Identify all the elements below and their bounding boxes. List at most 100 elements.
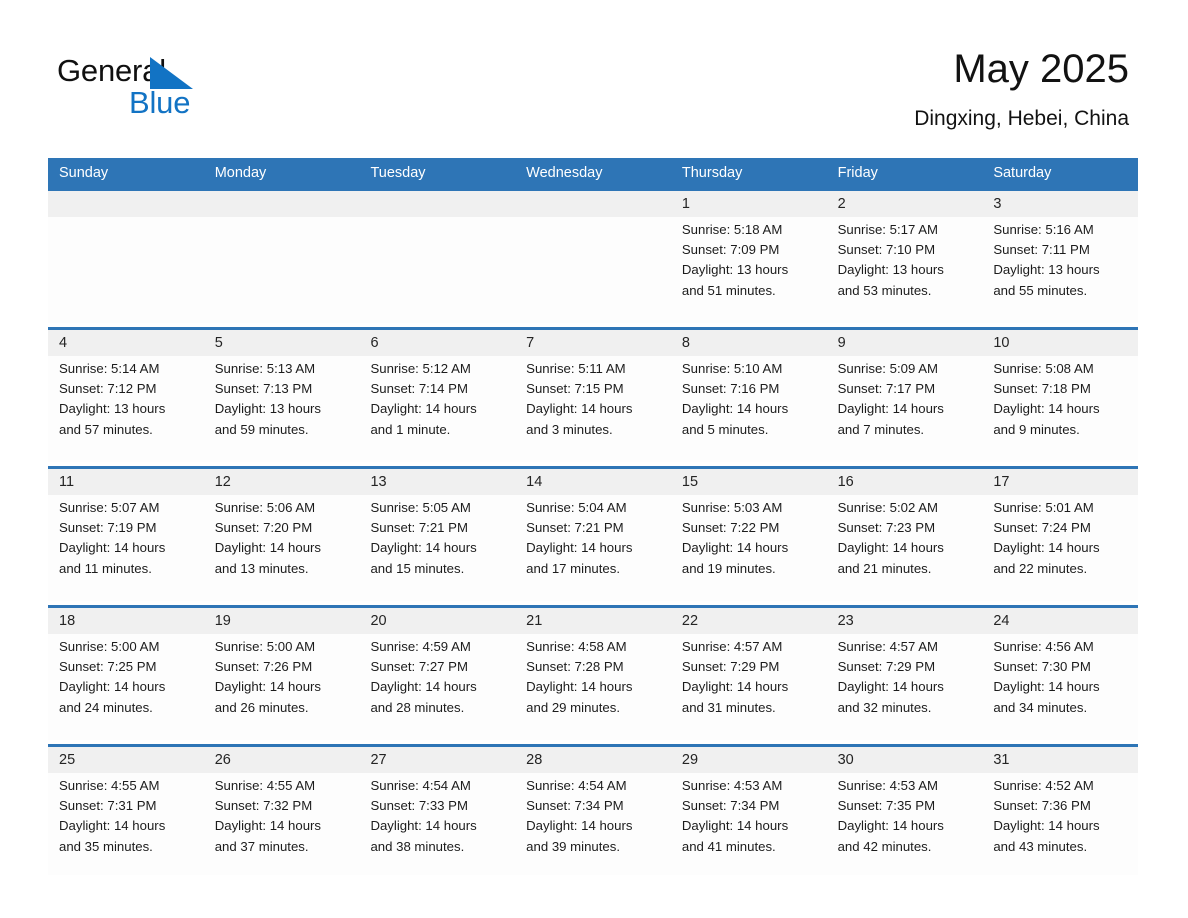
day-cell[interactable]: Sunrise: 4:57 AM Sunset: 7:29 PM Daylight:… [671,634,827,740]
daylight-text-line1: Daylight: 14 hours [681,540,789,556]
sunrise-text: Sunrise: 5:12 AM [370,361,471,376]
day-cell[interactable]: Sunrise: 5:01 AM Sunset: 7:24 PM Daylight:… [982,495,1138,601]
day-cell[interactable]: Sunrise: 5:07 AM Sunset: 7:19 PM Daylight:… [48,495,204,601]
sunrise-text: Sunrise: 5:05 AM [370,500,471,515]
sunrise-text: Sunrise: 5:11 AM [526,361,626,376]
sunrise-text: Sunrise: 5:03 AM [681,500,783,515]
sunset-text: Sunset: 7:33 PM [370,798,468,814]
sunset-text: Sunset: 7:11 PM [993,242,1090,258]
sunset-text: Sunset: 7:16 PM [681,381,780,397]
day-number[interactable]: 17 [982,469,1138,495]
day-number[interactable]: 12 [204,469,360,495]
day-number[interactable]: 5 [204,330,360,356]
day-cell[interactable]: Sunrise: 5:05 AM Sunset: 7:21 PM Daylight:… [359,495,515,601]
general-blue-logo[interactable]: General Blue [57,52,287,124]
day-number[interactable]: 10 [982,330,1138,356]
day-cell[interactable]: Sunrise: 4:56 AM Sunset: 7:30 PM Daylight:… [982,634,1138,740]
day-number[interactable]: 21 [515,608,671,634]
daylight-text-line2: and 55 minutes. [993,282,1088,298]
daylight-text-line1: Daylight: 13 hours [681,262,789,278]
day-number[interactable]: 13 [359,469,515,495]
day-cell[interactable]: Sunrise: 5:03 AM Sunset: 7:22 PM Daylight:… [671,495,827,601]
day-cell[interactable]: Sunrise: 5:08 AM Sunset: 7:18 PM Daylight:… [982,356,1138,462]
day-cell[interactable]: Sunrise: 5:18 AM Sunset: 7:09 PM Daylight:… [671,217,827,323]
day-number[interactable]: 27 [359,747,515,773]
sunrise-text: Sunrise: 5:14 AM [59,361,160,376]
day-number[interactable]: 4 [48,330,204,356]
day-cell[interactable]: Sunrise: 4:54 AM Sunset: 7:33 PM Daylight:… [359,773,515,875]
day-cell[interactable]: Sunrise: 5:06 AM Sunset: 7:20 PM Daylight:… [204,495,360,601]
day-number-empty [48,191,204,217]
day-number[interactable]: 31 [982,747,1138,773]
day-number[interactable]: 16 [827,469,983,495]
day-number[interactable]: 9 [827,330,983,356]
day-cell[interactable]: Sunrise: 5:10 AM Sunset: 7:16 PM Daylight:… [671,356,827,462]
daylight-text-line2: and 24 minutes. [59,699,153,715]
day-cell[interactable]: Sunrise: 4:52 AM Sunset: 7:36 PM Daylight:… [982,773,1138,875]
day-number[interactable]: 26 [204,747,360,773]
day-cell[interactable]: Sunrise: 5:13 AM Sunset: 7:13 PM Daylight:… [204,356,360,462]
daylight-text-line1: Daylight: 14 hours [681,818,789,834]
day-cell[interactable]: Sunrise: 4:58 AM Sunset: 7:28 PM Daylight:… [515,634,671,740]
day-cell[interactable]: Sunrise: 4:59 AM Sunset: 7:27 PM Daylight:… [359,634,515,740]
day-number[interactable]: 7 [515,330,671,356]
day-number[interactable]: 6 [359,330,515,356]
day-number[interactable]: 2 [827,191,983,217]
day-number[interactable]: 28 [515,747,671,773]
day-cell[interactable]: Sunrise: 5:11 AM Sunset: 7:15 PM Daylight:… [515,356,671,462]
day-cell[interactable]: Sunrise: 5:14 AM Sunset: 7:12 PM Daylight:… [48,356,204,462]
day-number[interactable]: 30 [827,747,983,773]
day-cell[interactable]: Sunrise: 4:54 AM Sunset: 7:34 PM Daylight:… [515,773,671,875]
weekday-header-saturday: Saturday [993,165,1052,181]
day-number[interactable]: 23 [827,608,983,634]
day-cell[interactable]: Sunrise: 5:04 AM Sunset: 7:21 PM Daylight:… [515,495,671,601]
sunset-text: Sunset: 7:21 PM [370,520,468,536]
week-date-band: 25 26 27 28 29 30 31 [48,747,1138,773]
weekday-header-sunday: Sunday [59,165,109,181]
day-cell[interactable]: Sunrise: 4:53 AM Sunset: 7:35 PM Daylight:… [827,773,983,875]
day-cell[interactable]: Sunrise: 5:02 AM Sunset: 7:23 PM Daylight:… [827,495,983,601]
daylight-text-line1: Daylight: 14 hours [526,818,633,834]
sunrise-text: Sunrise: 5:08 AM [993,361,1094,376]
day-number[interactable]: 20 [359,608,515,634]
day-cell[interactable]: Sunrise: 5:17 AM Sunset: 7:10 PM Daylight:… [827,217,983,323]
daylight-text-line1: Daylight: 14 hours [993,679,1100,695]
daylight-text-line2: and 59 minutes. [214,421,309,437]
day-number[interactable]: 18 [48,608,204,634]
daylight-text-line1: Daylight: 13 hours [214,401,322,417]
day-number[interactable]: 19 [204,608,360,634]
day-cell[interactable]: Sunrise: 5:00 AM Sunset: 7:26 PM Daylight:… [204,634,360,740]
day-cell[interactable]: Sunrise: 5:09 AM Sunset: 7:17 PM Daylight:… [827,356,983,462]
sunset-text: Sunset: 7:22 PM [681,520,780,536]
day-number[interactable]: 1 [671,191,827,217]
daylight-text-line1: Daylight: 14 hours [370,401,477,417]
sunset-text: Sunset: 7:18 PM [993,381,1091,397]
daylight-text-line2: and 32 minutes. [837,699,932,715]
sunset-text: Sunset: 7:19 PM [59,520,157,536]
day-cell[interactable]: Sunrise: 4:57 AM Sunset: 7:29 PM Daylight:… [827,634,983,740]
day-number[interactable]: 11 [48,469,204,495]
sunset-text: Sunset: 7:29 PM [837,659,936,675]
day-number[interactable]: 29 [671,747,827,773]
daylight-text-line1: Daylight: 14 hours [993,818,1100,834]
day-number[interactable]: 15 [671,469,827,495]
calendar-week-row: 18 19 20 21 22 23 24 Sunrise: 5:00 AM Sunset: 7:… [48,605,1138,740]
daylight-text-line1: Daylight: 14 hours [837,401,944,417]
day-cell[interactable]: Sunrise: 4:55 AM Sunset: 7:31 PM Daylight:… [48,773,204,875]
day-cell[interactable]: Sunrise: 5:16 AM Sunset: 7:11 PM Daylight:… [982,217,1138,323]
sunrise-text: Sunrise: 4:59 AM [370,639,471,654]
day-number[interactable]: 25 [48,747,204,773]
daylight-text-line2: and 31 minutes. [681,699,776,715]
day-number[interactable]: 14 [515,469,671,495]
sunrise-text: Sunrise: 5:10 AM [681,361,783,376]
sunset-text: Sunset: 7:28 PM [526,659,624,675]
day-cell[interactable]: Sunrise: 5:12 AM Sunset: 7:14 PM Daylight:… [359,356,515,462]
weekday-header-row: Sunday Monday Tuesday Wednesday Thursday… [48,158,1138,188]
day-cell[interactable]: Sunrise: 4:55 AM Sunset: 7:32 PM Daylight:… [204,773,360,875]
day-number[interactable]: 24 [982,608,1138,634]
day-cell[interactable]: Sunrise: 4:53 AM Sunset: 7:34 PM Daylight:… [671,773,827,875]
day-number[interactable]: 8 [671,330,827,356]
day-cell[interactable]: Sunrise: 5:00 AM Sunset: 7:25 PM Daylight:… [48,634,204,740]
day-number[interactable]: 3 [982,191,1138,217]
day-number[interactable]: 22 [671,608,827,634]
